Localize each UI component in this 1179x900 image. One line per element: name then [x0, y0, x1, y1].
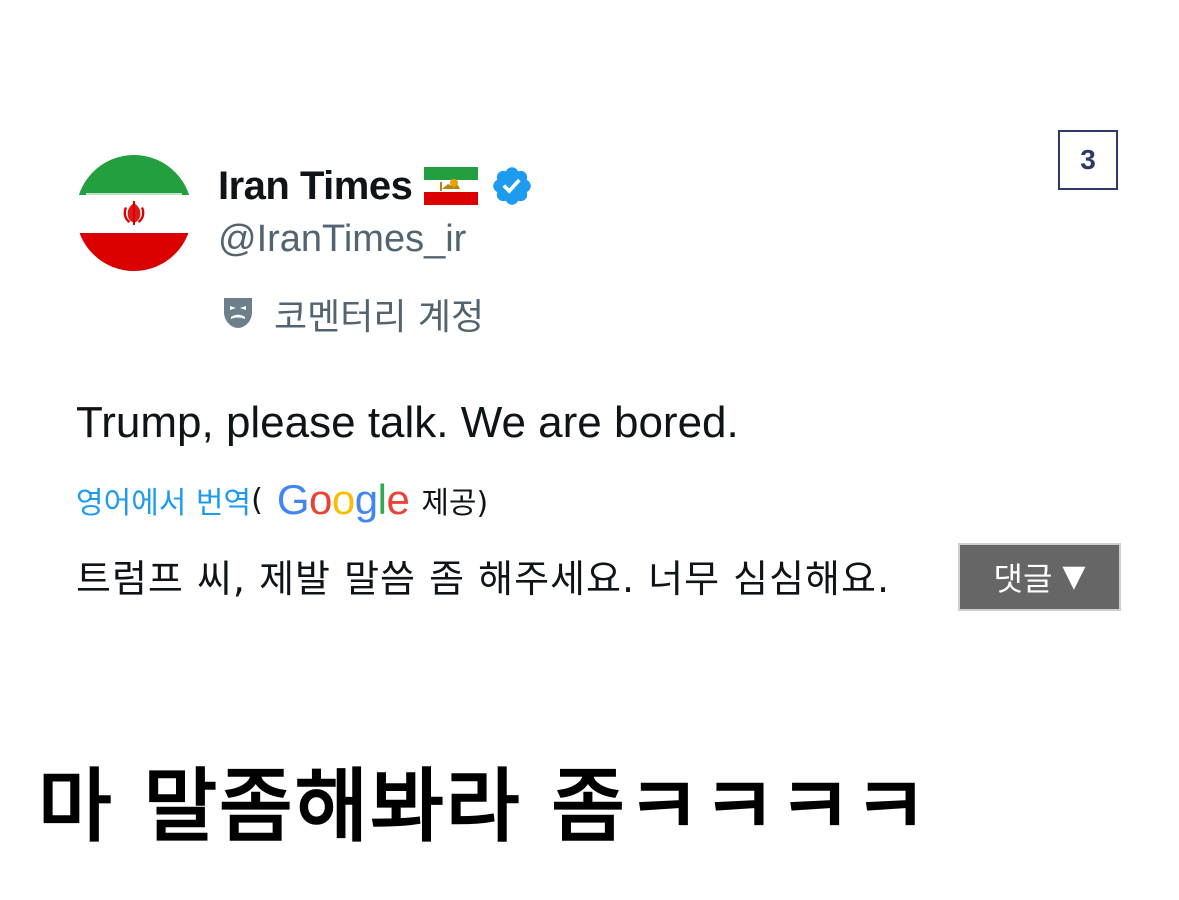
account-type-row: 코멘터리 계정 [218, 288, 484, 340]
translate-link[interactable]: 영어에서 번역 [76, 478, 251, 522]
google-logo-letter: e [386, 476, 410, 523]
theater-mask-icon [218, 292, 258, 336]
tweet-text: Trump, please talk. We are bored. [76, 398, 739, 447]
google-logo: Google [276, 476, 410, 524]
author-display-name[interactable]: Iran Times [218, 164, 413, 209]
google-logo-letter: o [309, 476, 332, 523]
comment-button-label: 댓글 [993, 560, 1053, 598]
comment-toggle-button[interactable]: 댓글 ▼ [958, 543, 1121, 611]
verified-badge-icon [490, 164, 534, 208]
caret-down-icon: ▼ [1062, 559, 1086, 594]
google-logo-letter: o [331, 476, 355, 523]
iran-lion-and-sun-flag-icon [424, 167, 479, 205]
author-handle[interactable]: @IranTimes_ir [218, 218, 466, 261]
page-number-badge: 3 [1058, 130, 1118, 190]
account-type-label: 코멘터리 계정 [274, 297, 485, 338]
iran-flag-avatar-icon [76, 155, 192, 271]
google-logo-letter: g [354, 476, 378, 523]
caption-text: 마 말좀해봐라 좀ㅋㅋㅋㅋ [38, 760, 930, 853]
author-name-row: Iran Times [218, 160, 534, 212]
translation-attribution: 영어에서 번역 ( Google 제공) [76, 472, 488, 528]
translated-text: 트럼프 씨, 제발 말씀 좀 해주세요. 너무 심심해요. [76, 557, 891, 601]
open-paren: ( [251, 482, 263, 518]
provided-label: 제공) [421, 486, 489, 521]
avatar[interactable] [76, 155, 192, 271]
google-logo-letter: G [276, 476, 310, 523]
